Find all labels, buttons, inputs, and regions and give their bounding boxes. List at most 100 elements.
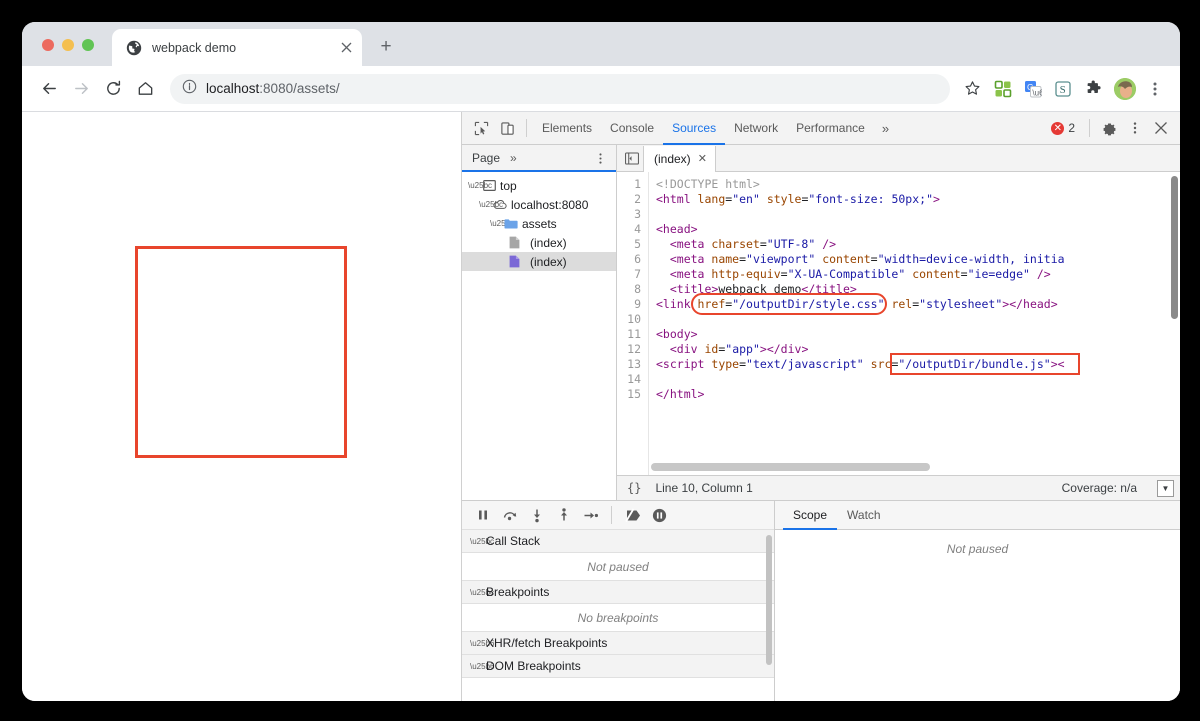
code-line[interactable]: <!DOCTYPE html> <box>656 177 1180 192</box>
tree-node-index-script[interactable]: (index) <box>462 252 616 271</box>
cursor-position: Line 10, Column 1 <box>655 481 753 495</box>
section-dom-breakpoints[interactable]: \u25b6 DOM Breakpoints <box>462 655 774 678</box>
close-tab-button[interactable] <box>338 40 354 56</box>
code-editor[interactable]: 1 2 3 4 5 6 7 8 9 10 11 12 13 14 15 <!DOCTYPE html> <ht… <box>617 172 1180 475</box>
url-host: localhost <box>206 81 260 96</box>
red-square-element <box>135 246 347 458</box>
tab-elements[interactable]: Elements <box>533 112 601 145</box>
navigator-tab-page[interactable]: Page <box>468 151 504 165</box>
code-line[interactable] <box>656 312 1180 327</box>
browser-tab[interactable]: webpack demo <box>112 29 362 66</box>
line-number: 4 <box>634 222 641 236</box>
info-circle-icon[interactable] <box>182 79 197 99</box>
browser-menu-icon[interactable] <box>1142 76 1168 102</box>
close-editor-tab-button[interactable]: ✕ <box>698 152 707 165</box>
tree-node-top[interactable]: \u25bc top <box>462 176 616 195</box>
code-line[interactable]: <meta name="viewport" content="width=dev… <box>656 252 1180 267</box>
editor-tab-index[interactable]: (index) ✕ <box>643 145 716 172</box>
deactivate-breakpoints-button[interactable] <box>620 503 645 528</box>
tab-network[interactable]: Network <box>725 112 787 145</box>
code-line[interactable]: <body> <box>656 327 1180 342</box>
code-line[interactable]: <meta http-equiv="X-UA-Compatible" conte… <box>656 267 1180 282</box>
browser-window: webpack demo + localhost:8080/assets/ G … <box>22 22 1180 701</box>
svg-text:\u6587: \u6587 <box>1032 88 1042 97</box>
tab-console[interactable]: Console <box>601 112 663 145</box>
section-title: Call Stack <box>486 534 541 548</box>
code-line[interactable]: <link href="/outputDir/style.css" rel="s… <box>656 297 1180 312</box>
step-out-button[interactable] <box>551 503 576 528</box>
pretty-print-icon[interactable]: {} <box>623 481 645 495</box>
close-devtools-icon[interactable] <box>1148 115 1174 141</box>
url-text: localhost:8080/assets/ <box>206 81 340 96</box>
tree-node-localhost[interactable]: \u25bc localhost:8080 <box>462 195 616 214</box>
debugger-sidebar: \u25bc Call Stack Not paused \u25bc Brea… <box>462 501 775 701</box>
code-line[interactable]: <meta charset="UTF-8" /> <box>656 237 1180 252</box>
code-line[interactable]: <div id="app"></div> <box>656 342 1180 357</box>
navigator-menu-icon[interactable] <box>590 152 610 165</box>
gear-icon[interactable] <box>1096 115 1122 141</box>
code-line[interactable]: <html lang="en" style="font-size: 50px;"… <box>656 192 1180 207</box>
devtools-menu-icon[interactable] <box>1122 115 1148 141</box>
document-icon <box>507 236 521 250</box>
navigator-more-button[interactable]: » <box>504 151 523 165</box>
more-tabs-button[interactable]: » <box>874 112 897 144</box>
code-line[interactable] <box>656 372 1180 387</box>
translate-icon[interactable]: G \u6587 <box>1020 76 1046 102</box>
section-breakpoints[interactable]: \u25bc Breakpoints <box>462 581 774 604</box>
avatar[interactable] <box>1114 77 1136 100</box>
tab-watch[interactable]: Watch <box>837 501 891 530</box>
maximize-window-button[interactable] <box>82 39 94 51</box>
code-line[interactable]: </html> <box>656 387 1180 402</box>
page-viewport <box>22 112 462 701</box>
new-tab-button[interactable]: + <box>372 33 400 61</box>
tab-title: webpack demo <box>152 40 237 55</box>
tab-scope[interactable]: Scope <box>783 501 838 530</box>
chevron-down-icon[interactable]: \u25bc <box>490 219 514 228</box>
step-into-button[interactable] <box>524 503 549 528</box>
code-line[interactable]: <title>webpack demo</title> <box>656 282 1180 297</box>
section-call-stack[interactable]: \u25bc Call Stack <box>462 530 774 553</box>
chevron-down-icon[interactable]: \u25bc <box>479 200 503 209</box>
code-line[interactable] <box>656 207 1180 222</box>
url-path: :8080/assets/ <box>259 81 340 96</box>
sources-panel: Page » \u25bc top \u25bc localhost:8080 … <box>462 145 1180 501</box>
show-navigator-icon[interactable] <box>621 151 643 165</box>
close-window-button[interactable] <box>42 39 54 51</box>
chevron-down-icon[interactable]: \u25bc <box>468 181 492 190</box>
line-number: 11 <box>627 327 641 341</box>
s-extension-icon[interactable]: S <box>1050 76 1076 102</box>
drawer-toggle-icon[interactable]: ▼ <box>1157 479 1174 497</box>
star-icon[interactable] <box>958 75 986 103</box>
line-number: 5 <box>634 237 641 251</box>
frame-icon <box>482 179 496 193</box>
reload-button[interactable] <box>98 74 128 104</box>
pause-on-exceptions-button[interactable] <box>647 503 672 528</box>
editor-vertical-scrollbar[interactable] <box>1171 176 1178 319</box>
error-badge[interactable]: ✕ 2 <box>1051 121 1083 135</box>
qr-code-icon[interactable] <box>990 76 1016 102</box>
step-button[interactable] <box>578 503 603 528</box>
device-toolbar-icon[interactable] <box>494 115 520 141</box>
address-bar[interactable]: localhost:8080/assets/ <box>170 73 950 104</box>
forward-button[interactable] <box>66 74 96 104</box>
devtools-toolbar-right: ✕ 2 <box>1051 115 1174 141</box>
resume-button[interactable] <box>470 503 495 528</box>
coverage-status: Coverage: n/a <box>1061 481 1137 495</box>
back-button[interactable] <box>34 74 64 104</box>
puzzle-icon[interactable] <box>1080 76 1106 102</box>
code-line[interactable]: <head> <box>656 222 1180 237</box>
editor-horizontal-scrollbar[interactable] <box>651 463 931 471</box>
line-number: 6 <box>634 252 641 266</box>
tab-performance[interactable]: Performance <box>787 112 874 145</box>
home-button[interactable] <box>130 74 160 104</box>
code-content[interactable]: <!DOCTYPE html> <html lang="en" style="fo… <box>649 172 1180 475</box>
tree-node-assets[interactable]: \u25bc assets <box>462 214 616 233</box>
minimize-window-button[interactable] <box>62 39 74 51</box>
section-xhr-breakpoints[interactable]: \u25b6 XHR/fetch Breakpoints <box>462 632 774 655</box>
debugger-scrollbar[interactable] <box>766 535 772 665</box>
inspect-element-icon[interactable] <box>468 115 494 141</box>
tab-sources[interactable]: Sources <box>663 112 726 145</box>
step-over-button[interactable] <box>497 503 522 528</box>
code-line[interactable]: <script type="text/javascript" src="/out… <box>656 357 1180 372</box>
tree-node-index-document[interactable]: (index) <box>462 233 616 252</box>
